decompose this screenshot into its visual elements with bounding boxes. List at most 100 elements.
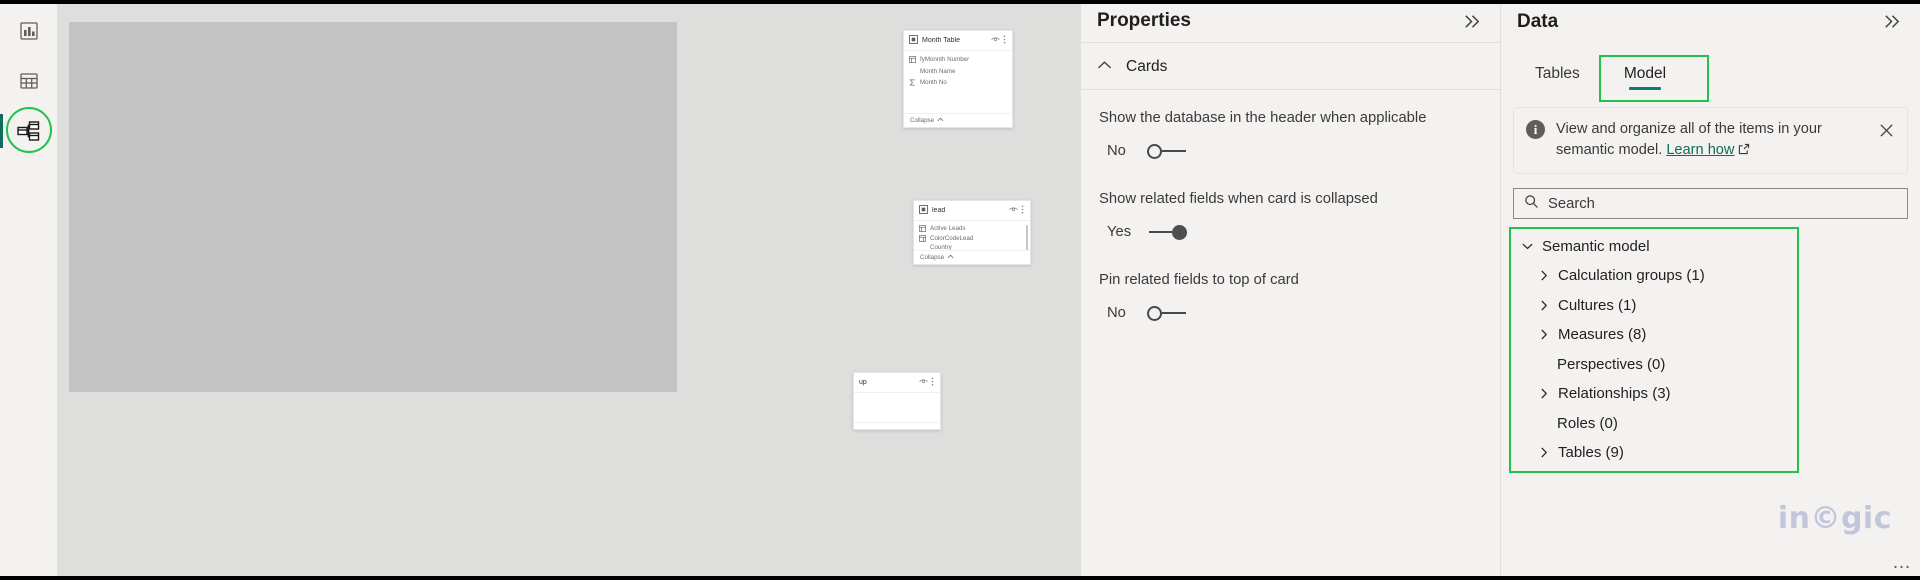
bottom-border (0, 576, 1920, 580)
table-field-label: Month Name (920, 68, 955, 75)
tree-item-label: Calculation groups (1) (1558, 267, 1705, 284)
collapse-label: Collapse (910, 117, 934, 124)
table-card-title: Month Table (922, 37, 987, 44)
tree-item-measures[interactable]: Measures (8) (1513, 320, 1908, 350)
setting-toggle-row[interactable]: Yes (1099, 223, 1478, 241)
tab-tables-label: Tables (1535, 65, 1580, 83)
table-card-collapse[interactable] (854, 422, 940, 429)
collapse-label: Collapse (920, 254, 944, 261)
show-related-fields-toggle[interactable] (1147, 223, 1187, 241)
table-card-header[interactable]: Month Table (904, 31, 1012, 51)
setting-value: No (1107, 305, 1133, 321)
info-banner: i View and organize all of the items in … (1513, 107, 1908, 174)
table-card[interactable]: Month Table fyMo (903, 30, 1013, 128)
tree-item-label: Cultures (1) (1558, 297, 1636, 314)
sidebar-item-model[interactable] (0, 106, 58, 156)
learn-how-link[interactable]: Learn how (1666, 142, 1734, 158)
hide-eye-icon[interactable] (919, 378, 928, 387)
table-field-row[interactable]: fyMonnth Number (909, 55, 1007, 64)
chevron-down-icon (1522, 241, 1533, 252)
tree-root-label: Semantic model (1542, 238, 1650, 255)
close-icon[interactable] (1875, 119, 1897, 141)
table-field-icon (909, 56, 916, 63)
chevron-double-right-icon[interactable] (1460, 10, 1482, 32)
show-database-toggle[interactable] (1147, 142, 1187, 160)
more-options-icon[interactable] (1021, 205, 1024, 216)
table-field-row[interactable]: ColorCodeLead (919, 235, 1025, 242)
model-view-icon (16, 119, 42, 143)
overflow-menu-icon[interactable]: … (1892, 552, 1912, 574)
table-field-row[interactable]: Active Leads (919, 225, 1025, 232)
table-card[interactable]: up (853, 372, 941, 430)
chevron-right-icon (1538, 447, 1549, 458)
tree-item-calculation-groups[interactable]: Calculation groups (1) (1513, 261, 1908, 291)
search-input[interactable]: Search (1513, 188, 1908, 219)
more-options-icon[interactable] (1003, 35, 1006, 46)
external-link-icon[interactable] (1738, 141, 1750, 162)
data-panel-tabs: Tables Model (1501, 43, 1920, 99)
table-card[interactable]: lead Ac (913, 200, 1031, 265)
tree-item-roles[interactable]: Roles (0) (1513, 408, 1908, 438)
sidebar-item-report[interactable] (0, 6, 58, 56)
table-card-fields (854, 393, 940, 422)
cards-section-header[interactable]: Cards (1081, 43, 1500, 90)
setting-toggle-row[interactable]: No (1099, 142, 1478, 160)
cards-section-label: Cards (1126, 58, 1167, 76)
tree-item-label: Perspectives (0) (1557, 356, 1665, 373)
table-card-actions[interactable] (919, 377, 934, 388)
setting-label: Show the database in the header when app… (1099, 108, 1429, 129)
search-placeholder: Search (1548, 196, 1595, 212)
tree-item-relationships[interactable]: Relationships (3) (1513, 379, 1908, 409)
tree-root-semantic-model[interactable]: Semantic model (1513, 231, 1908, 261)
diagram-surface[interactable] (69, 22, 677, 392)
hide-eye-icon[interactable] (1009, 206, 1018, 215)
table-field-row[interactable]: Month Name (909, 67, 1007, 76)
tree-item-cultures[interactable]: Cultures (1) (1513, 290, 1908, 320)
table-card-actions[interactable] (991, 35, 1006, 46)
sidebar-item-table[interactable] (0, 56, 58, 106)
card-scrollbar[interactable] (1026, 225, 1028, 250)
tree-item-label: Measures (8) (1558, 326, 1646, 343)
table-field-label: Country (930, 244, 952, 250)
property-setting: Pin related fields to top of card No (1081, 241, 1500, 322)
table-field-icon (919, 225, 926, 232)
tab-model[interactable]: Model (1602, 49, 1688, 99)
table-field-row[interactable]: Month No (909, 78, 1007, 87)
table-card-header[interactable]: lead (914, 201, 1030, 221)
chevron-up-icon (937, 117, 944, 124)
property-setting: Show the database in the header when app… (1081, 90, 1500, 160)
table-card-title: up (859, 379, 915, 386)
hide-eye-icon[interactable] (991, 36, 1000, 45)
more-options-icon[interactable] (931, 377, 934, 388)
table-field-label: ColorCodeLead (930, 235, 973, 242)
sigma-icon (909, 79, 916, 86)
chevron-double-right-icon[interactable] (1880, 11, 1902, 33)
data-panel: Data Tables Model i View and organize al… (1500, 0, 1920, 580)
table-card-collapse[interactable]: Collapse (914, 250, 1030, 264)
table-card-fields: Active Leads ColorCodeLead Country (914, 221, 1030, 250)
table-field-row[interactable]: Country (919, 244, 1025, 250)
properties-panel: Properties Cards Show the database in th… (1080, 0, 1500, 580)
tab-selected-underline (1629, 87, 1661, 90)
table-card-actions[interactable] (1009, 205, 1024, 216)
tree-item-perspectives[interactable]: Perspectives (0) (1513, 349, 1908, 379)
table-field-label: Month No (920, 79, 947, 86)
table-card-collapse[interactable]: Collapse (904, 113, 1012, 127)
setting-toggle-row[interactable]: No (1099, 304, 1478, 322)
model-diagram-canvas[interactable]: Month Table fyMo (58, 0, 1080, 580)
calc-field-icon (919, 235, 926, 242)
tree-item-label: Tables (9) (1558, 444, 1624, 461)
report-view-icon (18, 20, 40, 42)
tree-item-tables[interactable]: Tables (9) (1513, 438, 1908, 468)
search-icon (1524, 194, 1539, 214)
setting-value: Yes (1107, 224, 1133, 240)
inogic-watermark: in©gic (1778, 501, 1892, 536)
table-card-header[interactable]: up (854, 373, 940, 393)
table-field-label: Active Leads (930, 225, 965, 232)
setting-label: Pin related fields to top of card (1099, 270, 1429, 291)
pin-related-fields-toggle[interactable] (1147, 304, 1187, 322)
chevron-right-icon (1538, 329, 1549, 340)
tab-tables[interactable]: Tables (1513, 49, 1602, 99)
table-view-icon (18, 70, 40, 92)
info-icon: i (1526, 120, 1545, 139)
